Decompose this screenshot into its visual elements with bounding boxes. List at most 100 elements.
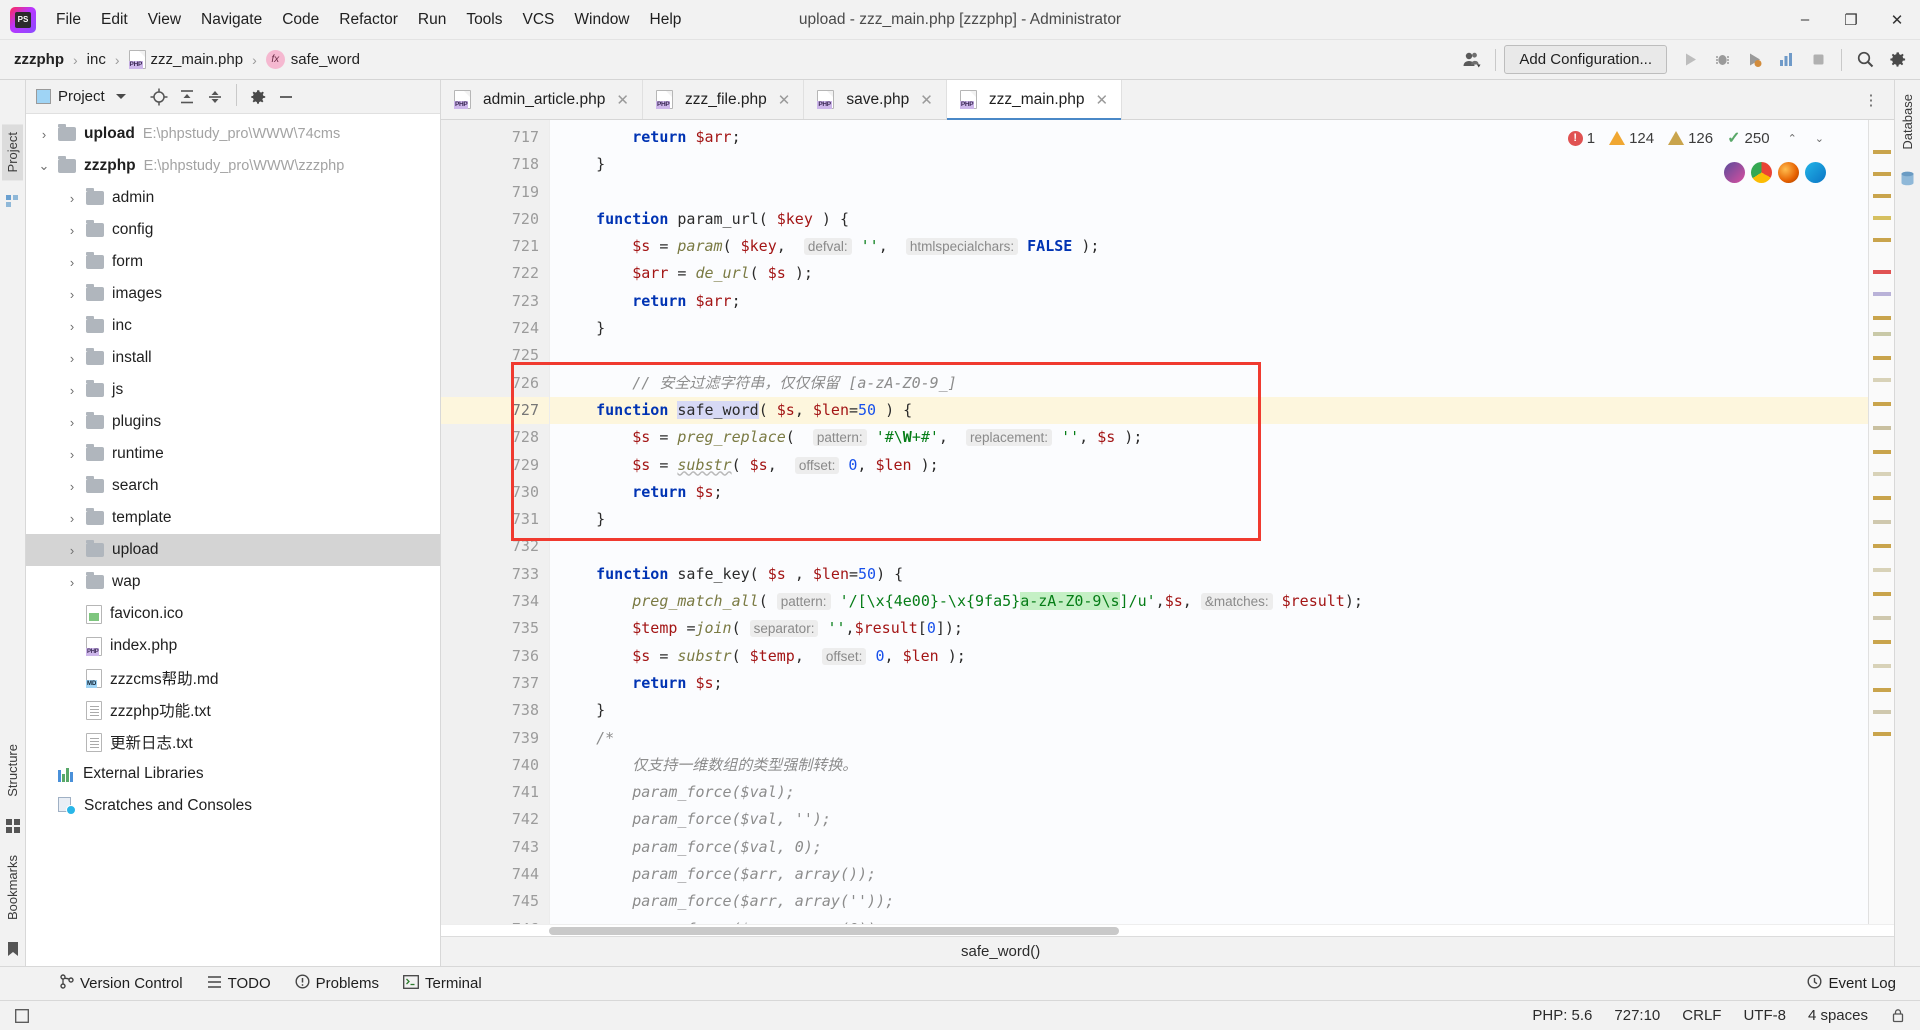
code-line[interactable]: }: [550, 697, 1868, 724]
breadcrumb-item-function[interactable]: fx safe_word: [262, 48, 364, 71]
encoding-status[interactable]: UTF-8: [1743, 1007, 1786, 1024]
stripe-marker[interactable]: [1873, 332, 1891, 336]
run-coverage-icon[interactable]: [1739, 45, 1769, 75]
close-icon[interactable]: ✕: [1096, 91, 1109, 109]
chevron-icon[interactable]: ›: [64, 222, 80, 238]
close-button[interactable]: ✕: [1874, 0, 1920, 39]
line-number[interactable]: 725: [441, 342, 549, 369]
rail-tab-structure[interactable]: Structure: [2, 736, 23, 805]
tree-row-search[interactable]: › search: [26, 470, 440, 502]
stripe-marker[interactable]: [1873, 356, 1891, 360]
code-line[interactable]: $arr = de_url( $s );: [550, 260, 1868, 287]
chevron-icon[interactable]: ›: [64, 382, 80, 398]
horizontal-scrollbar[interactable]: [441, 924, 1894, 936]
line-number[interactable]: 720▽: [441, 206, 561, 233]
bottom-item-version-control[interactable]: Version Control: [50, 970, 193, 997]
tree-row-install[interactable]: › install: [26, 342, 440, 374]
hide-panel-icon[interactable]: [273, 84, 299, 110]
tree-row-zzzcms---md[interactable]: zzzcms帮助.md: [26, 662, 440, 694]
run-icon[interactable]: [1675, 45, 1705, 75]
line-number[interactable]: 742: [441, 806, 549, 833]
tree-row-index-php[interactable]: index.php: [26, 630, 440, 662]
stop-icon[interactable]: [1803, 45, 1833, 75]
menu-help[interactable]: Help: [640, 0, 692, 39]
code-line[interactable]: function param_url( $key ) {: [550, 206, 1868, 233]
code-line[interactable]: $s = substr( $temp, offset: 0, $len );: [550, 643, 1868, 670]
line-number[interactable]: 739▽: [441, 725, 561, 752]
editor-tab-zzz_main[interactable]: zzz_main.php ✕: [946, 80, 1123, 120]
database-icon[interactable]: [1897, 168, 1919, 190]
tree-row-template[interactable]: › template: [26, 502, 440, 534]
line-number-gutter[interactable]: 717718⬡719720▽721722723724⬡725726727▽728…: [441, 120, 561, 924]
search-everywhere-icon[interactable]: [1850, 45, 1880, 75]
add-configuration-button[interactable]: Add Configuration...: [1504, 45, 1667, 74]
next-problem-icon[interactable]: ⌄: [1815, 132, 1824, 145]
line-separator-status[interactable]: CRLF: [1682, 1007, 1721, 1024]
code-line[interactable]: // 安全过滤字符串，仅仅保留 [a-zA-Z0-9_]: [550, 370, 1868, 397]
breadcrumb-item-project[interactable]: zzzphp: [10, 49, 68, 70]
error-stripe-markers[interactable]: [1868, 120, 1894, 924]
code-line[interactable]: $s = substr( $s, offset: 0, $len );: [550, 452, 1868, 479]
line-number[interactable]: 730: [441, 479, 549, 506]
stripe-marker[interactable]: [1873, 270, 1891, 274]
chevron-icon[interactable]: ›: [64, 286, 80, 302]
stripe-marker[interactable]: [1873, 402, 1891, 406]
code-line[interactable]: $s = preg_replace( pattern: '#\W+#', rep…: [550, 424, 1868, 451]
chevron-icon[interactable]: ›: [64, 446, 80, 462]
chevron-icon[interactable]: ›: [64, 190, 80, 206]
stripe-marker[interactable]: [1873, 194, 1891, 198]
breadcrumb-item-file[interactable]: zzz_main.php: [125, 48, 248, 71]
stripe-marker[interactable]: [1873, 216, 1891, 220]
caret-position-status[interactable]: 727:10: [1614, 1007, 1660, 1024]
browser-ie-icon[interactable]: [1724, 162, 1745, 183]
locate-icon[interactable]: [146, 84, 172, 110]
line-number[interactable]: 717: [441, 124, 549, 151]
tree-row-js[interactable]: › js: [26, 374, 440, 406]
settings-gear-icon[interactable]: [1882, 45, 1912, 75]
tree-row-plugins[interactable]: › plugins: [26, 406, 440, 438]
user-profile-icon[interactable]: [1457, 45, 1487, 75]
stripe-marker[interactable]: [1873, 378, 1891, 382]
chevron-icon[interactable]: ›: [64, 478, 80, 494]
code-line[interactable]: preg_match_all( pattern: '/[\x{4e00}-\x{…: [550, 588, 1868, 615]
tree-row-wap[interactable]: › wap: [26, 566, 440, 598]
line-number[interactable]: 724⬡: [441, 315, 561, 342]
code-line[interactable]: return $arr;: [550, 288, 1868, 315]
menu-tools[interactable]: Tools: [456, 0, 512, 39]
tree-row-scratches-and-consoles[interactable]: Scratches and Consoles: [26, 790, 440, 822]
stripe-marker[interactable]: [1873, 568, 1891, 572]
line-number[interactable]: 738⬡: [441, 697, 561, 724]
expand-all-icon[interactable]: [174, 84, 200, 110]
line-number[interactable]: 741: [441, 779, 549, 806]
bottom-item-todo[interactable]: TODO: [197, 971, 281, 997]
code-line[interactable]: function safe_word( $s, $len=50 ) {: [550, 396, 1868, 425]
chevron-icon[interactable]: ›: [64, 510, 80, 526]
line-number[interactable]: 733▽: [441, 561, 561, 588]
stripe-marker[interactable]: [1873, 664, 1891, 668]
maximize-button[interactable]: ❐: [1828, 0, 1874, 39]
code-editor[interactable]: 717718⬡719720▽721722723724⬡725726727▽728…: [441, 120, 1894, 924]
stripe-marker[interactable]: [1873, 316, 1891, 320]
line-number[interactable]: 735: [441, 615, 549, 642]
line-number[interactable]: 745: [441, 888, 549, 915]
code-content[interactable]: return $arr; } function param_url( $key …: [549, 120, 1868, 924]
tree-row-images[interactable]: › images: [26, 278, 440, 310]
stripe-marker[interactable]: [1873, 544, 1891, 548]
line-number[interactable]: 743: [441, 834, 549, 861]
favorites-icon[interactable]: [2, 190, 24, 212]
breadcrumb-function[interactable]: safe_word(): [961, 943, 1040, 960]
code-line[interactable]: return $s;: [550, 670, 1868, 697]
line-number[interactable]: 721: [441, 233, 549, 260]
project-tree[interactable]: › upload E:\phpstudy_pro\WWW\74cms ⌄ zzzphp E…: [26, 114, 440, 966]
stripe-marker[interactable]: [1873, 640, 1891, 644]
stripe-marker[interactable]: [1873, 150, 1891, 154]
tree-row-zzzphp---txt[interactable]: zzzphp功能.txt: [26, 694, 440, 726]
rail-tab-project[interactable]: Project: [2, 124, 23, 181]
structure-grid-icon[interactable]: [2, 815, 24, 837]
chevron-icon[interactable]: ⌄: [36, 158, 52, 174]
chevron-down-icon[interactable]: [115, 94, 126, 99]
indent-status[interactable]: 4 spaces: [1808, 1007, 1868, 1024]
inspection-nav[interactable]: ⌃: [1788, 132, 1797, 145]
line-number[interactable]: 722: [441, 260, 549, 287]
stripe-marker[interactable]: [1873, 592, 1891, 596]
